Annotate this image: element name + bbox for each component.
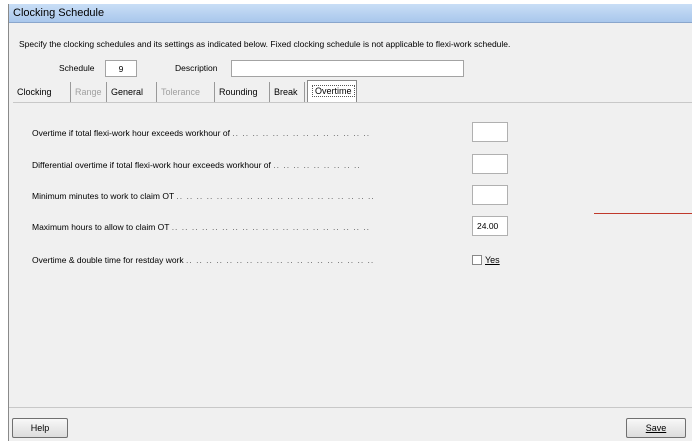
- minimum-minutes-label: Minimum minutes to work to claim OT .. .…: [32, 191, 375, 201]
- save-button[interactable]: Save: [626, 418, 686, 438]
- window-title: Clocking Schedule: [13, 7, 105, 19]
- help-button[interactable]: Help: [12, 418, 68, 438]
- tab-tolerance: Tolerance: [157, 82, 215, 102]
- maximum-hours-input[interactable]: [472, 216, 508, 236]
- bottom-button-bar: Help Save: [9, 407, 692, 441]
- tab-rounding[interactable]: Rounding: [215, 82, 270, 102]
- schedule-input[interactable]: [105, 60, 137, 77]
- title-bar: Clocking Schedule: [9, 4, 692, 23]
- tab-clocking[interactable]: Clocking: [13, 82, 71, 102]
- tab-break[interactable]: Break: [270, 82, 305, 102]
- instructions-text: Specify the clocking schedules and its s…: [19, 39, 511, 49]
- tab-range: Range: [71, 82, 107, 102]
- tab-overtime[interactable]: Overtime: [307, 80, 357, 102]
- overtime-threshold-label: Overtime if total flexi-work hour exceed…: [32, 128, 371, 138]
- schedule-label: Schedule: [59, 63, 95, 73]
- description-label: Description: [175, 63, 218, 73]
- minimum-minutes-input[interactable]: [472, 185, 508, 205]
- overtime-panel: [13, 102, 692, 404]
- overtime-threshold-input[interactable]: [472, 122, 508, 142]
- annotation-line: [594, 213, 692, 214]
- differential-overtime-label: Differential overtime if total flexi-wor…: [32, 160, 361, 170]
- differential-overtime-input[interactable]: [472, 154, 508, 174]
- maximum-hours-label: Maximum hours to allow to claim OT .. ..…: [32, 222, 371, 232]
- restday-overtime-label: Overtime & double time for restday work …: [32, 255, 375, 265]
- clocking-schedule-window: Clocking Schedule Specify the clocking s…: [8, 4, 692, 441]
- restday-yes-checkbox[interactable]: [472, 255, 482, 265]
- restday-yes-label[interactable]: Yes: [485, 255, 500, 265]
- tab-general[interactable]: General: [107, 82, 157, 102]
- description-input[interactable]: [231, 60, 464, 77]
